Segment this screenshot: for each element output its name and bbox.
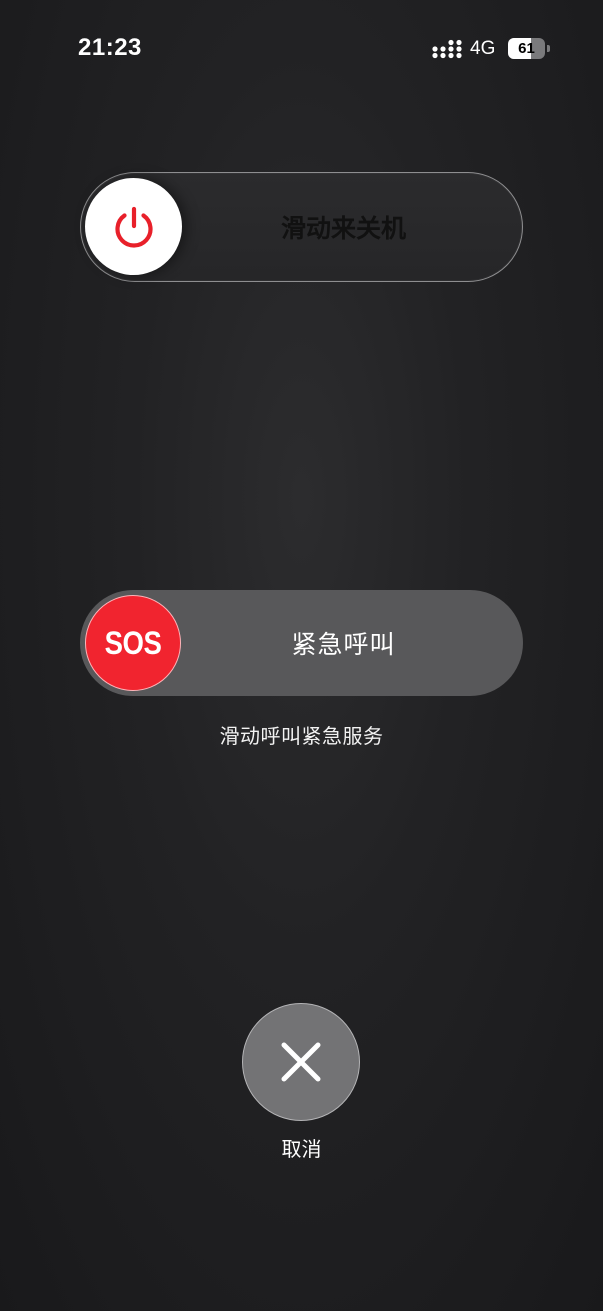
sos-hint-text: 滑动呼叫紧急服务 bbox=[219, 724, 384, 748]
signal-dots-icon bbox=[432, 39, 462, 59]
sos-knob-text: SOS bbox=[104, 624, 162, 661]
power-icon bbox=[114, 206, 153, 248]
cancel-label: 取消 bbox=[281, 1137, 322, 1161]
status-time: 21:23 bbox=[78, 34, 142, 61]
close-icon bbox=[281, 1042, 321, 1082]
network-type: 4G bbox=[470, 38, 496, 59]
status-bar: 21:23 4G 61 bbox=[0, 0, 603, 96]
emergency-call-label: 紧急呼叫 bbox=[291, 630, 396, 659]
emergency-sos-slider[interactable]: SOS 紧急呼叫 bbox=[80, 590, 523, 696]
battery-percent: 61 bbox=[518, 40, 535, 57]
cancel-button[interactable] bbox=[242, 1003, 360, 1121]
power-off-slider[interactable]: 滑动来关机 bbox=[80, 172, 523, 282]
power-off-label: 滑动来关机 bbox=[280, 214, 406, 243]
battery-indicator: 61 bbox=[508, 38, 550, 59]
